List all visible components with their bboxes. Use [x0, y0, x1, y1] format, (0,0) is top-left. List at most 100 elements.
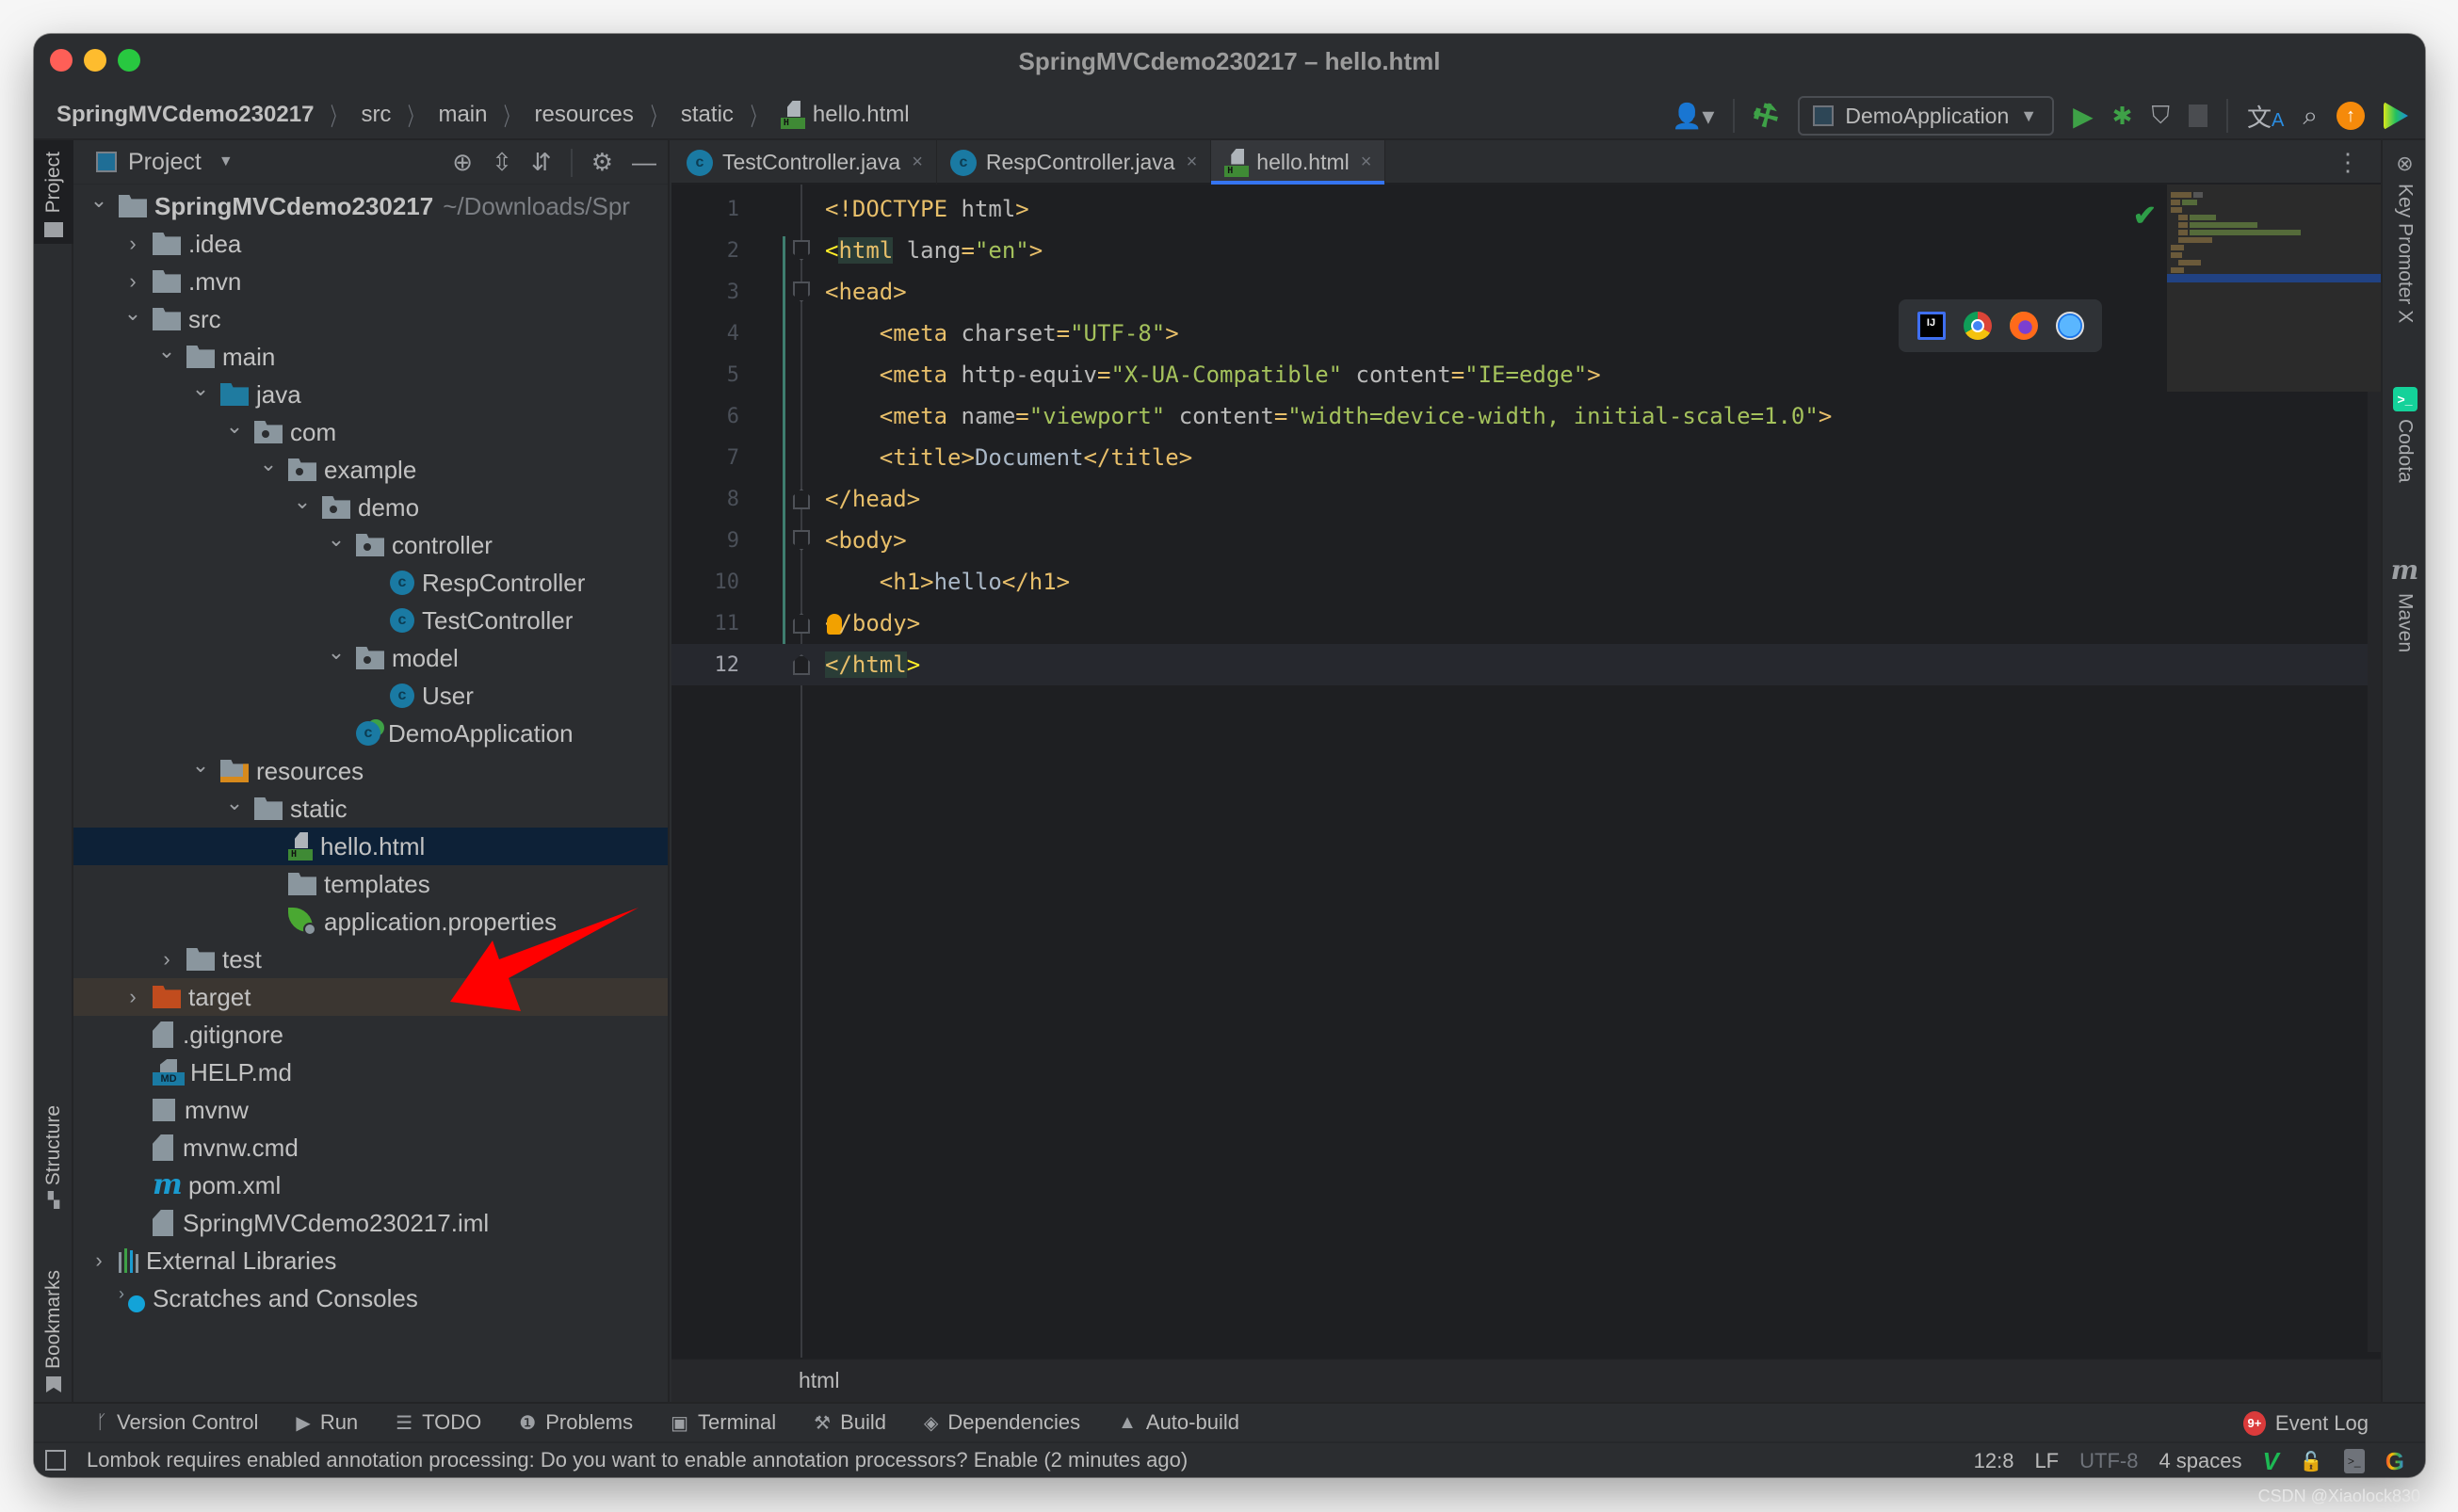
tree-item[interactable]: ⌄ resources [73, 752, 668, 790]
run-icon[interactable]: ▶ [2073, 101, 2094, 132]
stop-icon[interactable] [2188, 105, 2207, 127]
status-message[interactable]: Lombok requires enabled annotation proce… [87, 1448, 1188, 1472]
chevron-right-icon[interactable]: › [89, 1248, 109, 1273]
tree-item[interactable]: ›mpom.xml [73, 1166, 668, 1204]
code-with-me-icon[interactable] [2384, 102, 2408, 130]
tree-item[interactable]: ⌄ demo [73, 489, 668, 526]
tree-item[interactable]: ›cTestController [73, 602, 668, 639]
tool-window-button[interactable]: ◈ Dependencies [924, 1410, 1080, 1435]
line-number[interactable]: 10 [671, 571, 740, 594]
tool-window-button[interactable]: ᚴ Version Control [96, 1410, 258, 1435]
breadcrumb-src[interactable]: src [361, 102, 391, 128]
locate-file-icon[interactable]: ⊕ [452, 148, 473, 177]
fold-end-icon[interactable] [793, 654, 810, 675]
toggle-tool-windows-icon[interactable] [45, 1450, 66, 1471]
tool-window-button[interactable]: ☰ TODO [396, 1410, 481, 1435]
tree-item[interactable]: › .mvn [73, 263, 668, 300]
update-icon[interactable]: ↑ [2337, 102, 2365, 130]
tree-item[interactable]: ›SpringMVCdemo230217.iml [73, 1204, 668, 1242]
chevron-down-icon[interactable]: ⌄ [190, 753, 211, 778]
run-with-coverage-icon[interactable]: ⛉ [2151, 101, 2170, 131]
structure-tool-tab[interactable]: Structure ▚ [34, 1105, 73, 1228]
tree-item[interactable]: ›cRespController [73, 564, 668, 602]
chevron-down-icon[interactable]: ⌄ [258, 452, 279, 476]
chevron-down-icon[interactable]: ⌄ [292, 490, 313, 514]
no-problems-check-icon[interactable]: ✔ [2133, 200, 2157, 233]
fold-end-icon[interactable] [793, 489, 810, 509]
line-number[interactable]: 2 [671, 239, 739, 263]
tree-item[interactable]: ⌄ src [73, 300, 668, 338]
chevron-down-icon[interactable]: ▼ [218, 153, 234, 170]
editor-tab[interactable]: Hhello.html × [1211, 140, 1386, 186]
close-tab-icon[interactable]: × [912, 152, 923, 173]
chevron-down-icon[interactable]: ⌄ [224, 414, 245, 439]
more-vertical-icon[interactable]: ⋮ [2336, 148, 2360, 177]
tree-item[interactable]: ››Scratches and Consoles [73, 1279, 668, 1317]
firefox-icon[interactable] [2009, 312, 2038, 340]
search-icon[interactable]: ⌕ [2303, 101, 2318, 132]
expand-all-icon[interactable]: ⇳ [492, 148, 512, 177]
tool-window-button[interactable]: ❶ Problems [519, 1410, 633, 1435]
chevron-down-icon[interactable]: ⌄ [89, 188, 109, 213]
chevron-down-icon[interactable]: ⌄ [190, 377, 211, 401]
tree-item[interactable]: ›Hhello.html [73, 828, 668, 865]
translate-icon[interactable]: 文A [2247, 99, 2284, 134]
breadcrumb-hello-html[interactable]: H hello.html [780, 101, 910, 129]
editor-tab[interactable]: c TestController.java × [673, 140, 937, 185]
line-number[interactable]: 12 [671, 653, 740, 677]
tool-window-button[interactable]: ▣ Terminal [671, 1410, 776, 1435]
line-number[interactable]: 7 [671, 446, 739, 470]
fold-collapse-icon[interactable] [793, 281, 810, 302]
breadcrumb-project[interactable]: SpringMVCdemo230217 [57, 102, 314, 128]
fold-collapse-icon[interactable] [793, 240, 810, 261]
breadcrumb-static[interactable]: static [681, 102, 734, 128]
breadcrumb-main[interactable]: main [438, 102, 487, 128]
tree-item[interactable]: ›MDHELP.md [73, 1054, 668, 1091]
tree-item[interactable]: › .idea [73, 225, 668, 263]
caret-position[interactable]: 12:8 [1974, 1449, 2014, 1473]
event-log-button[interactable]: 9+ Event Log [2242, 1404, 2369, 1443]
tree-item[interactable]: ⌄ model [73, 639, 668, 677]
line-number[interactable]: 8 [671, 488, 739, 511]
line-number[interactable]: 9 [671, 529, 739, 553]
close-tab-icon[interactable]: × [1187, 152, 1198, 173]
editor-breadcrumb-html[interactable]: html [799, 1368, 839, 1393]
tree-item[interactable]: ⌄ SpringMVCdemo230217 ~/Downloads/Spr [73, 187, 668, 225]
tool-window-button[interactable]: ▶ Run [296, 1410, 358, 1435]
tool-window-button[interactable]: ▲ Auto-build [1118, 1410, 1239, 1435]
codota-tool-tab[interactable]: >_ Codota [2383, 387, 2425, 483]
tree-item[interactable]: ›mvnw [73, 1091, 668, 1129]
minimap[interactable] [2167, 185, 2381, 392]
chevron-right-icon[interactable]: › [122, 985, 143, 1009]
chevron-right-icon[interactable]: › [122, 269, 143, 294]
tree-item[interactable]: ⌄ example [73, 451, 668, 489]
line-number[interactable]: 6 [671, 405, 739, 428]
chevron-down-icon[interactable]: ⌄ [122, 301, 143, 326]
chevron-right-icon[interactable]: › [156, 947, 177, 972]
file-encoding[interactable]: UTF-8 [2079, 1449, 2138, 1473]
close-tab-icon[interactable]: × [1361, 152, 1372, 173]
editor-tab[interactable]: c RespController.java × [937, 140, 1212, 185]
gear-icon[interactable]: ⚙ [591, 148, 613, 177]
hide-panel-icon[interactable]: — [632, 148, 656, 177]
fold-collapse-icon[interactable] [793, 530, 810, 551]
intellij-icon[interactable]: IJ [1916, 312, 1946, 340]
terminal-plugin-icon[interactable]: >_ [2343, 1449, 2365, 1473]
tool-window-button[interactable]: ⚒ Build [814, 1410, 886, 1435]
indent-setting[interactable]: 4 spaces [2159, 1449, 2241, 1473]
tree-item[interactable]: ⌄ controller [73, 526, 668, 564]
collapse-all-icon[interactable]: ⇵ [531, 148, 552, 177]
chevron-down-icon[interactable]: ⌄ [224, 791, 245, 815]
tree-item[interactable]: ⌄ static [73, 790, 668, 828]
account-icon[interactable]: 👤▾ [1672, 102, 1714, 131]
tree-item[interactable]: ›mvnw.cmd [73, 1129, 668, 1166]
bookmarks-tool-tab[interactable]: Bookmarks [34, 1270, 73, 1392]
line-number[interactable]: 11 [671, 612, 740, 635]
tree-item[interactable]: ›.gitignore [73, 1016, 668, 1054]
chevron-down-icon[interactable]: ⌄ [326, 527, 347, 552]
line-number[interactable]: 3 [671, 281, 739, 304]
run-configuration-select[interactable]: DemoApplication ▼ [1798, 96, 2055, 136]
line-separator[interactable]: LF [2034, 1449, 2059, 1473]
chrome-icon[interactable] [1963, 312, 1992, 340]
tree-item[interactable]: ›cUser [73, 677, 668, 715]
